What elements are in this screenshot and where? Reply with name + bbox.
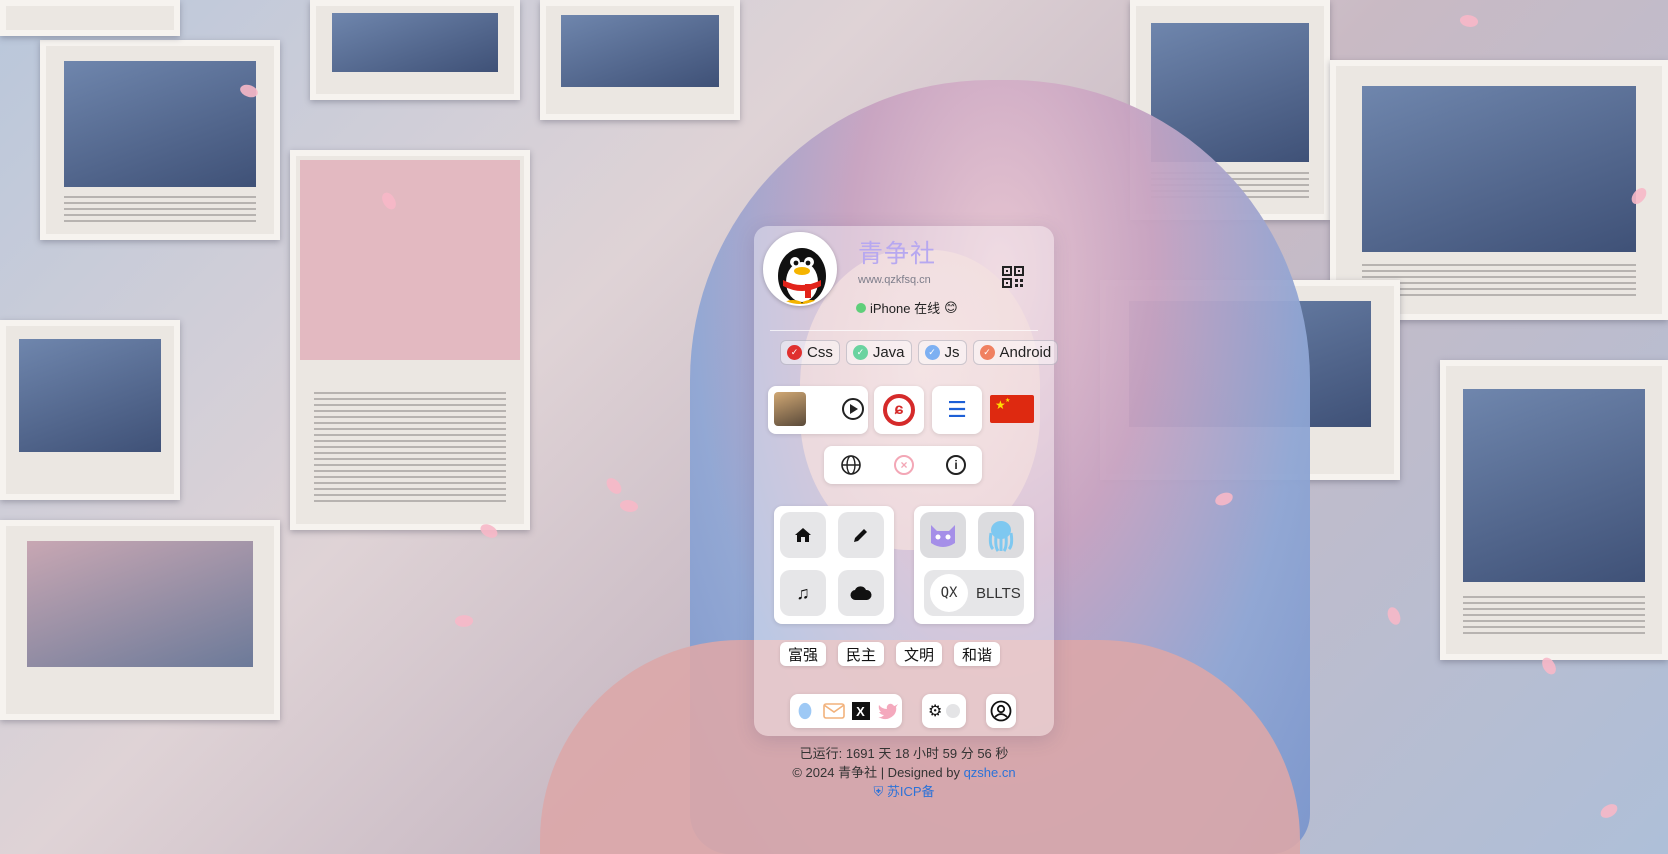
app-links: QX BLLTS xyxy=(914,506,1034,624)
home-icon xyxy=(795,528,811,542)
social-links: X xyxy=(790,694,902,728)
designer-link[interactable]: qzshe.cn xyxy=(964,765,1016,780)
icp-link[interactable]: ⛨ 苏ICP备 xyxy=(754,782,1054,801)
value-tag[interactable]: 民主 xyxy=(838,642,885,666)
check-icon: ✓ xyxy=(852,345,868,360)
value-tag[interactable]: 文明 xyxy=(896,642,943,666)
check-icon: ✓ xyxy=(924,345,940,360)
tag-label: Css xyxy=(807,344,833,361)
user-button[interactable] xyxy=(986,694,1016,728)
github-icon xyxy=(931,525,955,547)
check-icon: ✓ xyxy=(787,345,802,360)
qq-icon[interactable] xyxy=(794,701,816,721)
close-circle-icon[interactable]: × xyxy=(894,455,914,475)
octopus-button[interactable] xyxy=(978,512,1024,558)
theme-toggle[interactable]: ⚙ xyxy=(922,694,966,728)
qr-code-icon[interactable] xyxy=(1002,266,1024,288)
info-icon[interactable]: i xyxy=(946,455,966,475)
github-button[interactable] xyxy=(920,512,966,558)
newspaper-photo xyxy=(540,0,740,120)
newspaper-photo xyxy=(0,520,280,720)
music-button[interactable]: ♫ xyxy=(780,570,826,616)
tag-android[interactable]: ✓ Android xyxy=(972,340,1059,365)
bllts-label: BLLTS xyxy=(976,584,1021,602)
toggle-track xyxy=(946,704,961,718)
icp-text: 苏ICP备 xyxy=(886,784,935,799)
netease-music-icon: ɕ xyxy=(883,394,915,426)
twitter-icon[interactable] xyxy=(877,701,899,721)
user-icon xyxy=(990,700,1012,722)
newspaper-photo xyxy=(0,0,180,36)
play-icon[interactable] xyxy=(842,398,864,420)
petal xyxy=(604,475,624,497)
copyright-text: © 2024 青争社 | Designed by xyxy=(792,765,960,780)
check-icon: ✓ xyxy=(979,345,995,360)
globe-icon[interactable] xyxy=(840,454,862,476)
tag-label: Java xyxy=(872,344,905,361)
pencil-button[interactable] xyxy=(838,512,884,558)
online-dot-icon xyxy=(856,302,866,313)
runtime-text: 已运行: 1691 天 18 小时 59 分 56 秒 xyxy=(799,746,1009,761)
quick-links: ♫ xyxy=(774,506,894,624)
music-icon: ♫ xyxy=(796,582,810,603)
value-tag[interactable]: 和谐 xyxy=(954,642,1001,666)
x-icon[interactable]: X xyxy=(851,702,870,720)
pencil-icon xyxy=(854,529,867,542)
menu-icon: ☰ xyxy=(947,397,967,422)
cloud-button[interactable] xyxy=(838,570,884,616)
petal xyxy=(1458,12,1480,30)
petal xyxy=(1386,606,1402,626)
netease-music-button[interactable]: ɕ xyxy=(874,386,924,434)
cloud-icon xyxy=(850,586,872,601)
menu-button[interactable]: ☰ xyxy=(932,386,982,434)
tag-java[interactable]: ✓ Java xyxy=(845,340,912,365)
mail-icon[interactable] xyxy=(822,701,845,721)
album-cover xyxy=(774,392,806,426)
icon-toolbar: × i xyxy=(824,446,982,484)
divider xyxy=(770,330,1038,331)
tag-css[interactable]: ✓ Css xyxy=(780,340,840,365)
copyright-line: © 2024 青争社 | Designed by qzshe.cn xyxy=(754,763,1054,782)
newspaper-photo xyxy=(310,0,520,100)
tag-label: Js xyxy=(944,344,960,361)
newspaper-photo xyxy=(0,320,180,500)
pink-poster xyxy=(300,160,520,360)
tag-label: Android xyxy=(999,344,1052,361)
china-flag-icon: ★ ★ xyxy=(990,395,1034,423)
avatar[interactable] xyxy=(763,232,837,306)
gear-icon: ⚙ xyxy=(928,703,943,720)
smile-emoji-icon: 😊 xyxy=(944,299,958,315)
petal xyxy=(454,613,474,629)
tag-js[interactable]: ✓ Js xyxy=(917,340,967,365)
octopus-icon xyxy=(988,521,1014,552)
home-button[interactable] xyxy=(780,512,826,558)
qx-logo: QX xyxy=(930,574,968,612)
bllts-button[interactable]: QX BLLTS xyxy=(924,570,1024,616)
petal xyxy=(1598,802,1620,820)
value-tag[interactable]: 富强 xyxy=(780,642,827,666)
newspaper-photo xyxy=(40,40,280,240)
site-title: 青争社 xyxy=(858,240,937,268)
music-player[interactable] xyxy=(768,386,868,434)
skill-tags: ✓ Css ✓ Java ✓ Js ✓ Android xyxy=(780,340,1059,365)
status-text: iPhone 在线 xyxy=(870,301,941,316)
qx-logo-text: QX xyxy=(940,585,958,601)
footer: 已运行: 1691 天 18 小时 59 分 56 秒 © 2024 青争社 |… xyxy=(754,744,1054,801)
newspaper-page xyxy=(1440,360,1668,660)
shield-icon: ⛨ xyxy=(873,784,884,799)
petal xyxy=(618,497,640,515)
core-values: 富强 民主 文明 和谐 xyxy=(780,642,1001,666)
site-url[interactable]: www.qzkfsq.cn xyxy=(858,274,931,286)
online-status: iPhone 在线 😊 xyxy=(856,298,958,317)
